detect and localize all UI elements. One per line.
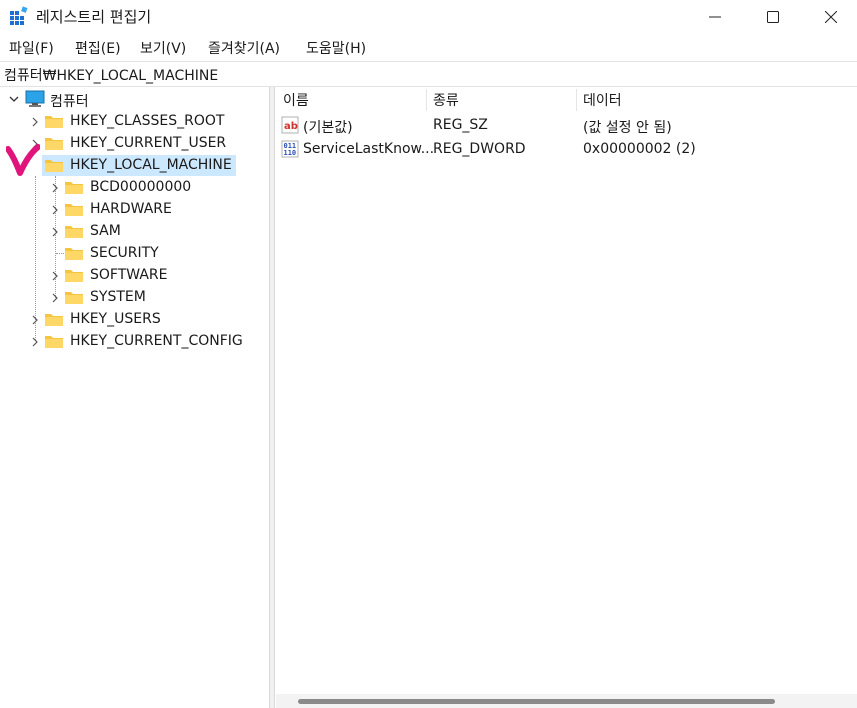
menu-file[interactable]: 파일(F): [9, 38, 54, 58]
folder-icon: [45, 116, 63, 128]
minimize-icon: [709, 16, 721, 18]
tree-item-system[interactable]: SYSTEM: [90, 289, 146, 305]
pane-splitter[interactable]: [269, 87, 275, 708]
address-path: 컴퓨터₩HKEY_LOCAL_MACHINE: [4, 68, 219, 84]
tree-item-bcd[interactable]: BCD00000000: [90, 179, 191, 195]
tree-item-sam[interactable]: SAM: [90, 223, 121, 239]
menu-help[interactable]: 도움말(H): [306, 38, 366, 58]
column-header-data[interactable]: 데이터: [576, 87, 857, 113]
value-type: REG_DWORD: [433, 141, 526, 157]
title-bar: 레지스트리 편집기: [0, 0, 857, 34]
menu-view[interactable]: 보기(V): [140, 38, 186, 58]
list-row[interactable]: ab (기본값) REG_SZ (값 설정 안 됨): [276, 115, 857, 137]
folder-icon: [45, 314, 63, 326]
column-header-name[interactable]: 이름: [276, 87, 426, 113]
folder-icon: [65, 182, 83, 194]
list-row[interactable]: 011 110 ServiceLastKnow... REG_DWORD 0x0…: [276, 139, 857, 161]
folder-icon: [65, 226, 83, 238]
value-name: ServiceLastKnow...: [303, 141, 435, 157]
column-header-type[interactable]: 종류: [426, 87, 576, 113]
folder-icon: [65, 204, 83, 216]
computer-icon: [25, 90, 45, 107]
value-name: (기본값): [303, 120, 353, 136]
value-type: REG_SZ: [433, 117, 488, 133]
folder-icon: [65, 248, 83, 260]
svg-text:110: 110: [284, 149, 297, 157]
close-icon: [825, 11, 837, 23]
chevron-right-icon[interactable]: [29, 116, 41, 128]
menu-edit[interactable]: 편집(E): [75, 38, 121, 58]
maximize-button[interactable]: [743, 0, 803, 34]
tree-item-computer[interactable]: 컴퓨터: [50, 91, 89, 111]
chevron-right-icon[interactable]: [49, 204, 61, 216]
maximize-icon: [767, 11, 779, 23]
chevron-right-icon[interactable]: [49, 226, 61, 238]
tree-item-software[interactable]: SOFTWARE: [90, 267, 168, 283]
chevron-right-icon[interactable]: [49, 270, 61, 282]
folder-icon: [65, 270, 83, 282]
annotation-check-mark: [6, 144, 40, 176]
value-data: (값 설정 안 됨): [583, 120, 672, 136]
horizontal-scrollbar[interactable]: [276, 694, 857, 708]
minimize-button[interactable]: [685, 0, 745, 34]
chevron-down-icon[interactable]: [8, 93, 20, 105]
value-data: 0x00000002 (2): [583, 141, 696, 157]
chevron-right-icon[interactable]: [29, 314, 41, 326]
window-title: 레지스트리 편집기: [36, 8, 152, 26]
registry-editor-icon: [10, 6, 28, 25]
menu-bar: 파일(F) 편집(E) 보기(V) 즐겨찾기(A) 도움말(H): [0, 34, 857, 60]
tree-item-hkey-current-user[interactable]: HKEY_CURRENT_USER: [70, 135, 226, 151]
tree-item-hkey-users[interactable]: HKEY_USERS: [70, 311, 161, 327]
tree-item-hkey-local-machine[interactable]: HKEY_LOCAL_MACHINE: [70, 157, 232, 173]
svg-text:ab: ab: [284, 121, 298, 132]
chevron-right-icon[interactable]: [49, 292, 61, 304]
folder-icon: [45, 138, 63, 150]
scrollbar-thumb[interactable]: [298, 699, 775, 704]
address-bar[interactable]: 컴퓨터₩HKEY_LOCAL_MACHINE: [0, 61, 857, 87]
string-value-icon: ab: [281, 116, 299, 134]
folder-icon: [65, 292, 83, 304]
tree-item-security[interactable]: SECURITY: [90, 245, 159, 261]
tree-item-hkey-current-config[interactable]: HKEY_CURRENT_CONFIG: [70, 333, 243, 349]
close-button[interactable]: [801, 0, 857, 34]
folder-open-icon: [45, 160, 63, 172]
values-pane[interactable]: 이름 종류 데이터 ab (기본값) REG_SZ (값 설정 안 됨) 011…: [276, 87, 857, 708]
tree-item-hardware[interactable]: HARDWARE: [90, 201, 172, 217]
tree-guide-line: [56, 253, 64, 254]
binary-value-icon: 011 110: [281, 140, 299, 158]
chevron-right-icon[interactable]: [29, 336, 41, 348]
tree-item-hkey-classes-root[interactable]: HKEY_CLASSES_ROOT: [70, 113, 224, 129]
menu-favorites[interactable]: 즐겨찾기(A): [208, 38, 280, 58]
folder-icon: [45, 336, 63, 348]
chevron-right-icon[interactable]: [49, 182, 61, 194]
